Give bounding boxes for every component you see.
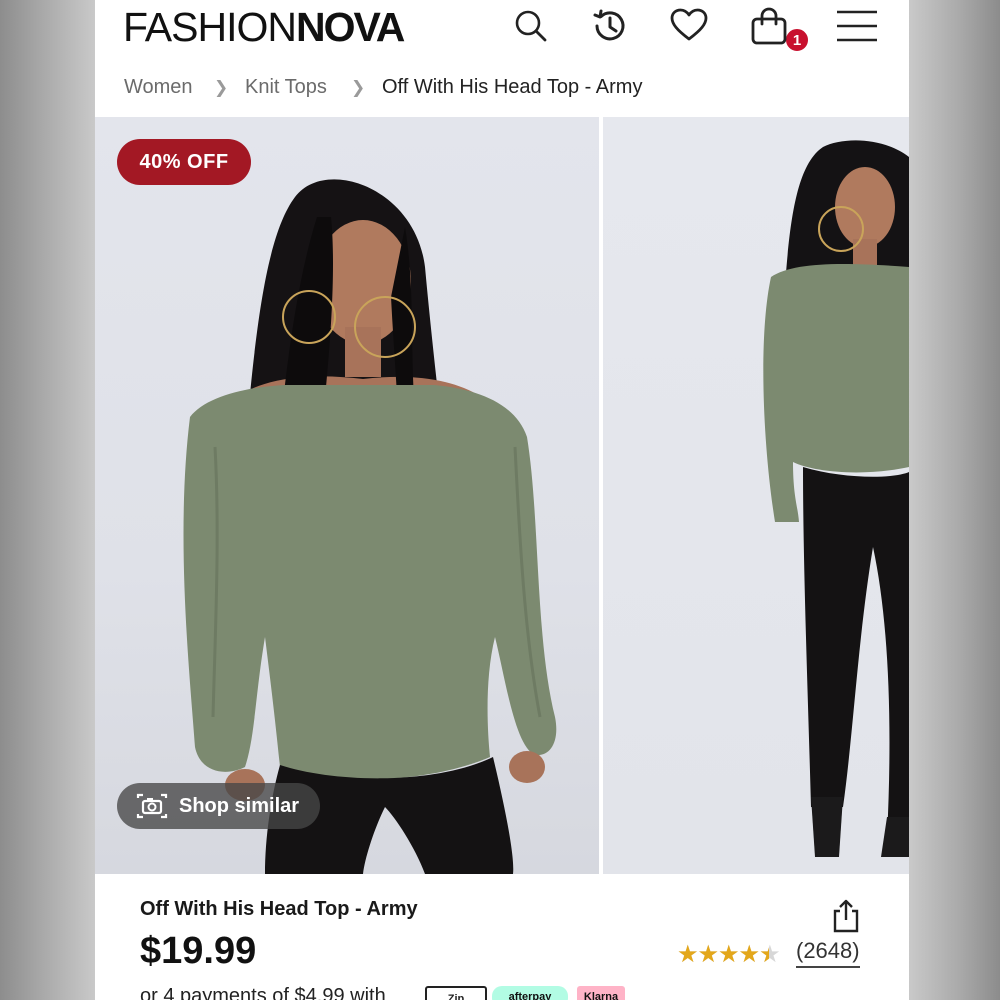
menu-icon[interactable] — [833, 4, 881, 48]
background-left — [0, 0, 95, 1000]
breadcrumb-women[interactable]: Women — [124, 76, 193, 99]
breadcrumb: Women ❯ Knit Tops ❯ Off With His Head To… — [95, 68, 909, 108]
model-illustration-2 — [763, 140, 909, 857]
zip-payment-logo[interactable]: Zip — [425, 986, 487, 1000]
product-info: Off With His Head Top - Army $19.99 ★★★★… — [95, 874, 909, 1000]
search-icon[interactable] — [509, 4, 553, 48]
product-image-gallery[interactable]: 40% OFF Shop similar — [95, 117, 909, 874]
review-count-link[interactable]: (2648) — [796, 938, 860, 968]
afterpay-payment-logo[interactable]: afterpay — [492, 986, 568, 1000]
background-right — [909, 0, 1000, 1000]
chevron-right-icon: ❯ — [214, 78, 229, 97]
model-illustration — [183, 179, 557, 874]
product-title: Off With His Head Top - Army — [140, 898, 418, 920]
site-header: FASHIONNOVA 1 — [95, 0, 909, 58]
camera-icon — [135, 792, 169, 820]
brand-logo[interactable]: FASHIONNOVA — [123, 4, 405, 50]
heart-icon[interactable] — [667, 4, 711, 48]
logo-text-nova: NOVA — [295, 4, 405, 50]
logo-text-fashion: FASHION — [123, 4, 297, 50]
share-icon[interactable] — [831, 898, 861, 934]
breadcrumb-knit-tops[interactable]: Knit Tops — [245, 76, 327, 99]
history-icon[interactable] — [587, 4, 631, 48]
star-rating-filled: ★★★★★ — [677, 941, 769, 968]
chevron-right-icon: ❯ — [351, 78, 366, 97]
klarna-payment-logo[interactable]: Klarna — [577, 986, 625, 1000]
discount-badge: 40% OFF — [117, 139, 251, 185]
breadcrumb-current-product: Off With His Head Top - Army — [382, 76, 643, 98]
product-price: $19.99 — [140, 930, 257, 972]
product-photo-full-body[interactable] — [603, 117, 909, 874]
shop-similar-button[interactable]: Shop similar — [117, 783, 320, 829]
mobile-page: FASHIONNOVA 1 Women ❯ Knit Tops ❯ Off Wi… — [95, 0, 909, 1000]
product-photo-front[interactable]: 40% OFF Shop similar — [95, 117, 599, 874]
rating-stars[interactable]: ★★★★★ ★★★★★ — [677, 940, 781, 969]
payment-installments-text: or 4 payments of $4.99 with — [140, 985, 386, 1000]
shop-similar-label: Shop similar — [179, 794, 300, 817]
shopping-bag-icon[interactable] — [747, 4, 791, 48]
